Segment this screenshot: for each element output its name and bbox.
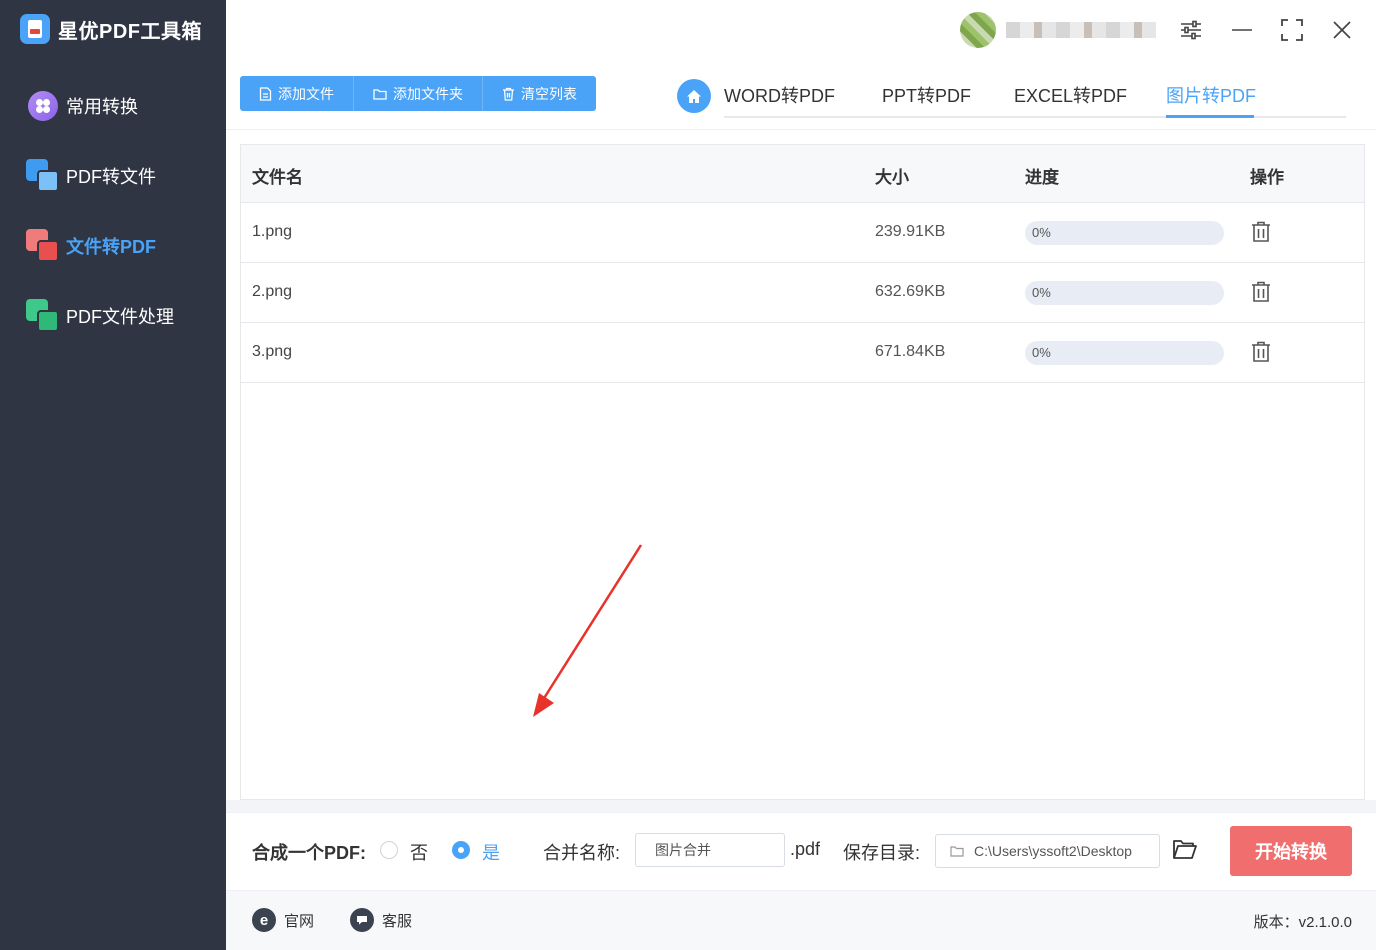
save-dir-input[interactable]: C:\Users\yssoft2\Desktop	[935, 834, 1160, 868]
sidebar-item-file-to-pdf[interactable]: 文件转PDF	[26, 228, 156, 264]
browser-e-icon: e	[252, 908, 276, 932]
header-action: 操作	[1250, 168, 1284, 187]
settings-sliders-icon[interactable]	[1178, 17, 1204, 43]
sidebar-item-label: 文件转PDF	[66, 237, 156, 257]
file-table: 文件名 大小 进度 操作 1.png 239.91KB 0% 2.png 632…	[240, 144, 1365, 800]
avatar[interactable]	[960, 12, 996, 48]
file-size: 239.91KB	[875, 223, 946, 240]
merge-name-label: 合并名称:	[543, 843, 621, 863]
progress-bar: 0%	[1025, 341, 1224, 365]
red-arrow-annotation	[533, 544, 643, 717]
delete-icon[interactable]	[1251, 221, 1273, 245]
progress-text: 0%	[1032, 225, 1051, 240]
app-logo: 星优PDF工具箱	[20, 14, 202, 44]
toolbar-row: 添加文件 添加文件夹 清空列表 WORD转PDF PPT转PDF EXCEL转P…	[226, 60, 1376, 130]
svg-text:e: e	[260, 912, 268, 929]
header-progress: 进度	[1025, 168, 1059, 187]
pdf-process-icon	[26, 299, 60, 333]
delete-icon[interactable]	[1251, 281, 1273, 305]
user-name-blurred	[1006, 22, 1156, 38]
title-bar	[226, 0, 1376, 60]
tab-word-to-pdf[interactable]: WORD转PDF	[724, 82, 835, 116]
open-folder-icon[interactable]	[1172, 838, 1198, 862]
minimize-icon[interactable]	[1229, 17, 1255, 43]
add-file-button[interactable]: 添加文件	[240, 76, 354, 111]
merge-name-input[interactable]: 图片合并	[635, 833, 785, 867]
bottom-separator	[226, 800, 1376, 812]
grid-circle-icon	[26, 89, 60, 123]
delete-icon[interactable]	[1251, 341, 1273, 365]
tab-excel-to-pdf[interactable]: EXCEL转PDF	[1014, 82, 1127, 116]
table-row[interactable]: 2.png 632.69KB 0%	[241, 263, 1364, 323]
user-account[interactable]	[960, 12, 1156, 48]
tab-ppt-to-pdf[interactable]: PPT转PDF	[882, 82, 971, 116]
save-dir-label: 保存目录:	[843, 843, 921, 863]
file-icon	[259, 86, 272, 101]
progress-text: 0%	[1032, 285, 1051, 300]
file-name: 1.png	[252, 223, 293, 240]
sidebar-item-label: 常用转换	[66, 97, 138, 117]
maximize-icon[interactable]	[1279, 17, 1305, 43]
folder-icon	[950, 846, 964, 857]
progress-text: 0%	[1032, 345, 1051, 360]
chat-icon	[350, 908, 374, 932]
website-link[interactable]: e 官网	[252, 908, 314, 932]
header-filename: 文件名	[252, 168, 303, 187]
clear-list-label: 清空列表	[521, 85, 577, 102]
support-link[interactable]: 客服	[350, 908, 412, 932]
clear-list-button[interactable]: 清空列表	[483, 76, 596, 111]
add-folder-label: 添加文件夹	[393, 85, 463, 102]
drop-area[interactable]	[241, 383, 1364, 799]
table-row[interactable]: 3.png 671.84KB 0%	[241, 323, 1364, 383]
progress-bar: 0%	[1025, 281, 1224, 305]
merge-yes-label[interactable]: 是	[482, 839, 500, 865]
progress-bar: 0%	[1025, 221, 1224, 245]
file-size: 632.69KB	[875, 283, 946, 300]
table-header: 文件名 大小 进度 操作	[241, 145, 1364, 203]
support-label: 客服	[382, 912, 413, 930]
merge-name-value: 图片合并	[655, 842, 711, 858]
merge-label: 合成一个PDF:	[252, 843, 366, 863]
table-row[interactable]: 1.png 239.91KB 0%	[241, 203, 1364, 263]
sidebar: 星优PDF工具箱 常用转换 PDF转文件 文件转PDF PDF文件处理	[0, 0, 226, 950]
file-name: 3.png	[252, 343, 293, 360]
app-window: 星优PDF工具箱 常用转换 PDF转文件 文件转PDF PDF文件处理 添加文件…	[0, 0, 1376, 950]
home-icon	[687, 89, 701, 103]
home-button[interactable]	[677, 79, 711, 113]
merge-no-label[interactable]: 否	[410, 839, 428, 865]
save-dir-value: C:\Users\yssoft2\Desktop	[974, 843, 1132, 859]
app-title: 星优PDF工具箱	[58, 20, 202, 43]
header-size: 大小	[875, 168, 909, 187]
sidebar-item-label: PDF转文件	[66, 167, 156, 187]
merge-yes-radio[interactable]	[452, 841, 470, 859]
sidebar-item-pdf-to-file[interactable]: PDF转文件	[26, 158, 156, 194]
folder-icon	[373, 88, 387, 100]
sidebar-item-common[interactable]: 常用转换	[26, 88, 138, 124]
tab-image-to-pdf[interactable]: 图片转PDF	[1166, 82, 1256, 116]
file-button-group: 添加文件 添加文件夹 清空列表	[240, 76, 596, 111]
version-text: 版本：v2.1.0.0	[1253, 914, 1352, 931]
footer-bar: e 官网 客服 版本：v2.1.0.0	[226, 890, 1376, 950]
pdf-extension: .pdf	[790, 839, 821, 859]
close-icon[interactable]	[1329, 17, 1355, 43]
website-label: 官网	[284, 912, 315, 930]
pdf-to-file-icon	[26, 159, 60, 193]
trash-icon	[503, 87, 514, 101]
file-name: 2.png	[252, 283, 293, 300]
add-file-label: 添加文件	[278, 85, 334, 102]
file-size: 671.84KB	[875, 343, 946, 360]
pdf-logo-icon	[20, 14, 50, 44]
merge-no-radio[interactable]	[380, 841, 398, 859]
start-convert-button[interactable]: 开始转换	[1230, 826, 1352, 876]
sidebar-item-label: PDF文件处理	[66, 307, 174, 327]
active-tab-underline	[1166, 115, 1254, 118]
file-to-pdf-icon	[26, 229, 60, 263]
main-panel: 添加文件 添加文件夹 清空列表 WORD转PDF PPT转PDF EXCEL转P…	[226, 0, 1376, 950]
add-folder-button[interactable]: 添加文件夹	[354, 76, 483, 111]
sidebar-item-pdf-process[interactable]: PDF文件处理	[26, 298, 174, 334]
